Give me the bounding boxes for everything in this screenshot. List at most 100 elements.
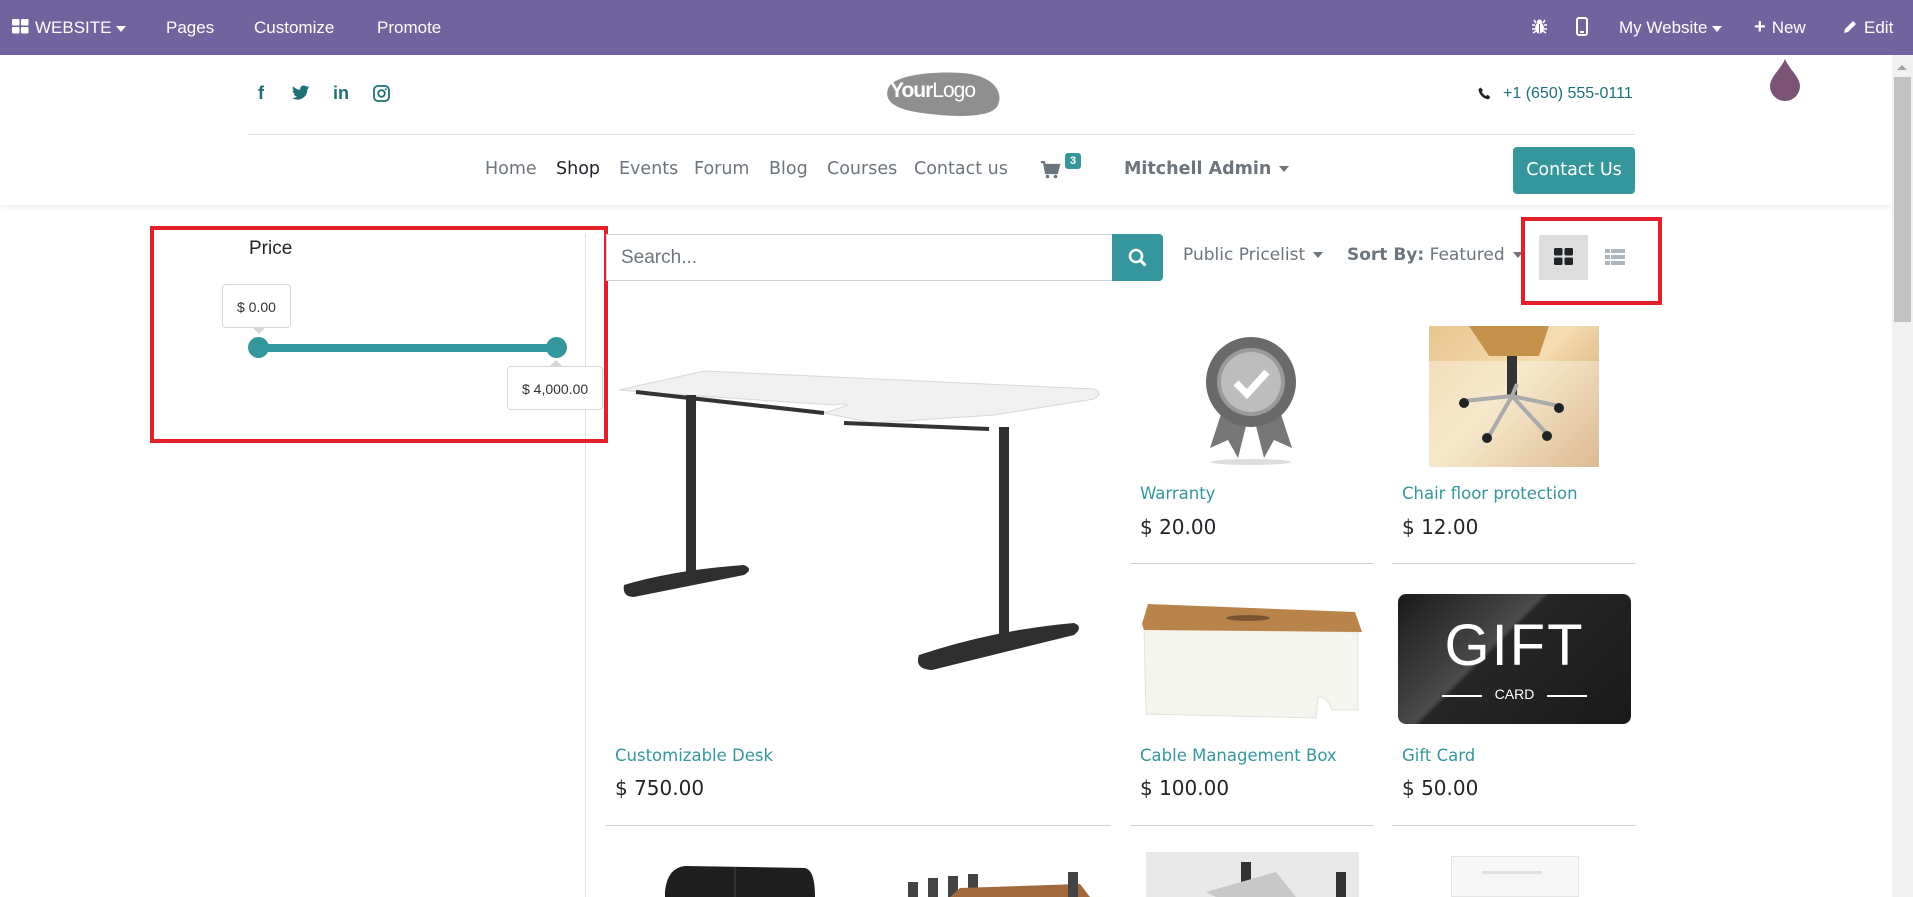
product-image-cable-management-box[interactable] <box>1140 602 1365 722</box>
facebook-icon[interactable]: f <box>258 83 264 104</box>
nav-home[interactable]: Home <box>485 159 537 179</box>
product-image-gift-card[interactable]: GIFT CARD <box>1398 594 1631 724</box>
chair-mat-image <box>1429 326 1599 467</box>
grid-icon <box>1554 248 1573 265</box>
scrollbar-thumb[interactable] <box>1894 77 1911 322</box>
nav-blog[interactable]: Blog <box>769 159 808 179</box>
product-image-customizable-desk[interactable] <box>614 365 1104 695</box>
logo-text-bold: Your <box>890 79 933 102</box>
tooltip-arrow <box>252 327 266 334</box>
chevron-down-icon <box>1279 166 1290 172</box>
cart-icon <box>1041 161 1061 179</box>
nav-events[interactable]: Events <box>619 159 678 179</box>
chevron-down-icon <box>1313 252 1324 258</box>
list-icon <box>1605 249 1625 265</box>
slider-max-handle[interactable] <box>546 337 567 358</box>
product-price: $ 12.00 <box>1402 515 1479 539</box>
new-button[interactable]: + New <box>1754 0 1806 55</box>
product-name[interactable]: Cable Management Box <box>1140 746 1337 765</box>
grid-view-button[interactable] <box>1539 235 1588 280</box>
website-selector-label: My Website <box>1619 18 1708 37</box>
cubicles-image <box>1206 862 1346 897</box>
product-name[interactable]: Warranty <box>1140 484 1215 503</box>
website-header: f in YourLogo +1 (650) 555-0111 Home Sho… <box>0 55 1892 205</box>
cart-link[interactable]: 3 <box>1041 153 1087 183</box>
product-divider <box>1392 563 1636 564</box>
edit-button[interactable]: Edit <box>1843 0 1893 55</box>
pricelist-label: Public Pricelist <box>1183 245 1306 265</box>
search-icon <box>1128 248 1147 267</box>
plus-icon: + <box>1754 16 1766 38</box>
product-image-office-cubicles[interactable] <box>1146 852 1359 897</box>
product-name[interactable]: Customizable Desk <box>615 746 773 765</box>
product-image-conference-table[interactable] <box>900 870 1100 897</box>
search-input[interactable] <box>606 234 1113 281</box>
search-button[interactable] <box>1112 234 1163 281</box>
product-divider <box>1130 825 1374 826</box>
menu-customize[interactable]: Customize <box>254 0 334 55</box>
cable-box-image <box>1142 604 1362 719</box>
debug-button[interactable] <box>1531 0 1548 55</box>
slider-selected-range <box>258 344 556 352</box>
product-name[interactable]: Chair floor protection <box>1402 484 1578 503</box>
product-image-drawer-cabinet[interactable] <box>1451 856 1579 897</box>
price-min-tooltip: $ 0.00 <box>222 284 291 328</box>
cart-count-badge: 3 <box>1065 153 1082 169</box>
twitter-icon[interactable] <box>292 85 310 100</box>
nav-contact-us[interactable]: Contact us <box>914 159 1008 179</box>
chevron-down-icon <box>1711 25 1722 32</box>
price-max-tooltip: $ 4,000.00 <box>507 366 604 410</box>
website-app-menu[interactable]: WEBSITE <box>12 0 126 55</box>
nav-forum[interactable]: Forum <box>694 159 749 179</box>
price-filter-title: Price <box>249 238 293 259</box>
drawer-handle <box>1482 871 1542 874</box>
user-menu[interactable]: Mitchell Admin <box>1124 159 1290 179</box>
bug-icon <box>1532 19 1547 34</box>
site-logo[interactable]: YourLogo <box>882 69 1002 119</box>
nav-courses[interactable]: Courses <box>827 159 897 179</box>
website-selector[interactable]: My Website <box>1619 0 1722 55</box>
product-price: $ 50.00 <box>1402 776 1479 800</box>
nav-shop[interactable]: Shop <box>556 159 600 179</box>
list-view-button[interactable] <box>1590 235 1639 280</box>
product-divider <box>1130 563 1374 564</box>
product-divider <box>1392 825 1636 826</box>
product-image-sofa[interactable] <box>655 862 825 897</box>
user-name: Mitchell Admin <box>1124 159 1272 179</box>
menu-promote[interactable]: Promote <box>377 0 441 55</box>
product-price: $ 20.00 <box>1140 515 1217 539</box>
instagram-icon[interactable] <box>373 85 390 102</box>
gift-card-big-text: GIFT <box>1444 613 1585 678</box>
warranty-badge-image <box>1206 337 1296 465</box>
droplet-icon <box>1770 59 1800 101</box>
slider-min-handle[interactable] <box>248 337 269 358</box>
product-price: $ 750.00 <box>615 776 705 800</box>
price-max-label: $ 4,000.00 <box>522 381 589 397</box>
product-name[interactable]: Gift Card <box>1402 746 1475 765</box>
pricelist-dropdown[interactable]: Public Pricelist <box>1183 245 1324 265</box>
phone-number[interactable]: +1 (650) 555-0111 <box>1503 85 1633 103</box>
scroll-up-arrow-icon[interactable] <box>1897 65 1907 70</box>
conference-table-image <box>908 872 1090 897</box>
page-scrollbar[interactable] <box>1892 55 1913 897</box>
mobile-preview-button[interactable] <box>1576 0 1588 55</box>
sofa-image <box>665 866 815 897</box>
pencil-icon <box>1844 21 1856 34</box>
product-image-warranty[interactable] <box>1196 330 1306 465</box>
sort-label: Sort By: <box>1347 245 1425 265</box>
linkedin-icon[interactable]: in <box>333 83 349 104</box>
edit-label: Edit <box>1864 18 1894 37</box>
price-range-slider[interactable] <box>248 337 568 359</box>
admin-top-bar: WEBSITE Pages Customize Promote My Websi… <box>0 0 1913 55</box>
apps-grid-icon <box>12 19 29 34</box>
price-min-label: $ 0.00 <box>237 299 276 315</box>
menu-pages[interactable]: Pages <box>166 0 214 55</box>
desk-image <box>618 370 1100 670</box>
product-image-chair-floor-protection[interactable] <box>1429 326 1599 467</box>
sort-dropdown[interactable]: Sort By: Featured <box>1347 245 1523 265</box>
website-app-label: WEBSITE <box>35 18 112 37</box>
new-label: New <box>1771 18 1806 37</box>
contact-us-button[interactable]: Contact Us <box>1513 147 1635 194</box>
sort-value: Featured <box>1429 245 1505 265</box>
product-price: $ 100.00 <box>1140 776 1230 800</box>
